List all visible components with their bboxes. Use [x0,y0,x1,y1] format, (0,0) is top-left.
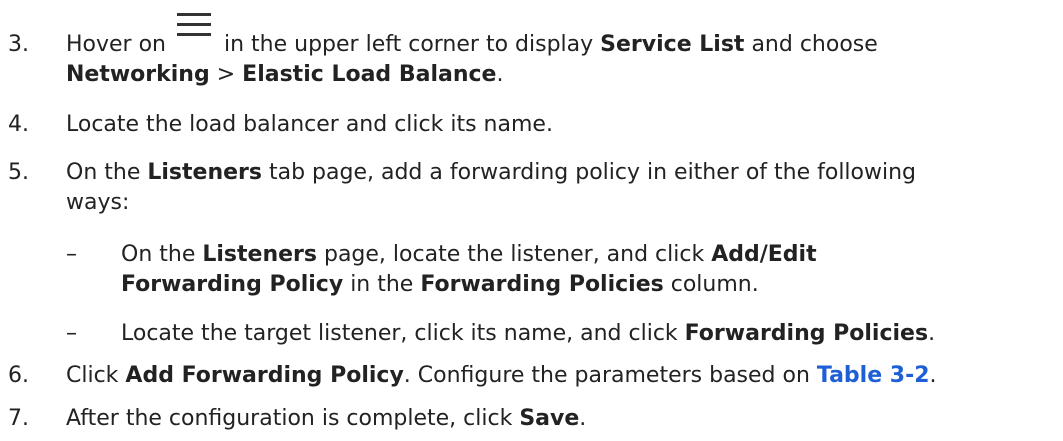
substep-dash: – [66,242,77,267]
step-number: 5. [8,160,29,185]
step-text: in the upper left corner to display [224,32,594,57]
substep-1: – On the Listeners page, locate the list… [66,240,1056,300]
step-text: column. [670,272,759,297]
procedure-steps: 3. Hover on in the upper left corner to … [0,0,1063,441]
step-text: and choose [751,32,878,57]
substep-dash: – [66,321,77,346]
step-text: Locate the load balancer and click its n… [66,112,553,137]
ui-term-forwarding-policies: Forwarding Policies [420,272,664,297]
ui-term-add-forwarding-policy: Add Forwarding Policy [125,363,404,388]
step-number: 6. [8,363,29,388]
step-text: . [928,321,936,346]
step-3: 3. Hover on in the upper left corner to … [8,13,1058,90]
step-text: tab page, add a forwarding policy in eit… [268,160,917,185]
step-text: Hover on [66,32,166,57]
step-text: . [496,62,504,87]
step-text: ways: [66,190,130,215]
step-text: . [579,406,587,431]
menu-separator: > [216,62,236,87]
step-body: Click Add Forwarding Policy. Configure t… [66,361,1058,391]
hamburger-menu-icon [177,13,211,60]
step-body: On the Listeners tab page, add a forward… [66,158,1058,218]
step-text: On the [121,242,196,267]
step-number: 4. [8,112,29,137]
ui-term-elastic-load-balance: Elastic Load Balance [242,62,497,87]
ui-term-forwarding-policy: Forwarding Policy [121,272,344,297]
ui-term-networking: Networking [66,62,210,87]
ui-term-add-edit: Add/Edit [711,242,817,267]
step-text: Click [66,363,119,388]
step-body: After the configuration is complete, cli… [66,404,1058,434]
ui-term-service-list: Service List [600,32,745,57]
step-text: . [929,363,937,388]
substep-body: On the Listeners page, locate the listen… [121,240,1056,300]
step-body: Hover on in the upper left corner to dis… [66,13,1058,90]
step-text: . Configure the parameters based on [403,363,810,388]
table-3-2-link[interactable]: Table 3-2 [817,363,930,388]
step-body: Locate the load balancer and click its n… [66,110,1058,140]
ui-term-save: Save [519,406,580,431]
step-6: 6. Click Add Forwarding Policy. Configur… [8,361,1058,391]
step-text: in the [350,272,414,297]
substep-body: Locate the target listener, click its na… [121,319,1056,349]
substep-2: – Locate the target listener, click its … [66,319,1056,349]
step-text: page, locate the listener, and click [323,242,705,267]
step-4: 4. Locate the load balancer and click it… [8,110,1058,140]
step-text: Locate the target listener, click its na… [121,321,678,346]
step-text: On the [66,160,141,185]
step-7: 7. After the configuration is complete, … [8,404,1058,434]
ui-term-forwarding-policies: Forwarding Policies [684,321,929,346]
ui-term-listeners: Listeners [147,160,262,185]
step-5: 5. On the Listeners tab page, add a forw… [8,158,1058,218]
step-text: After the configuration is complete, cli… [66,406,513,431]
ui-term-listeners: Listeners [202,242,317,267]
step-number: 7. [8,406,29,431]
step-number: 3. [8,32,29,57]
